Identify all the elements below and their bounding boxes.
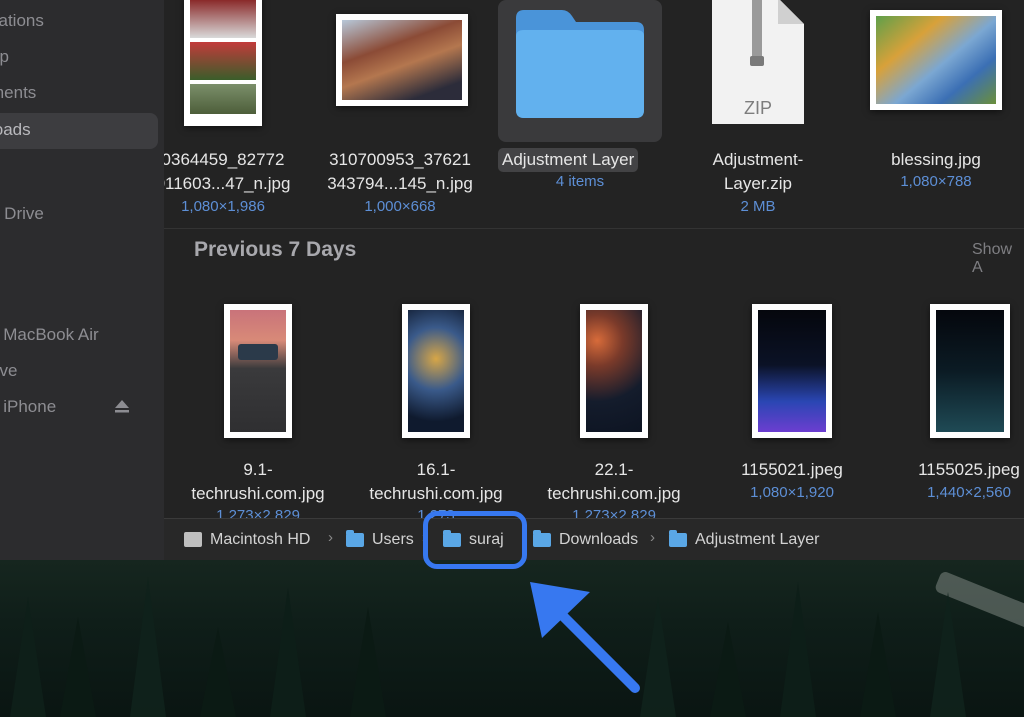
file-thumbnail[interactable]: [184, 0, 262, 126]
path-bar: Macintosh HD › Users › suraj Downloads ›…: [164, 518, 1024, 561]
sidebar-item-label: ments: [0, 83, 37, 102]
crumb-label: Macintosh HD: [210, 531, 311, 548]
file-name-line1[interactable]: 310700953_37621: [315, 148, 485, 172]
file-meta: 1,080×1,920: [750, 484, 834, 501]
sidebar-item-label: op: [0, 47, 9, 66]
tree-shape: [200, 627, 236, 717]
file-name-line1[interactable]: 1155021.jpeg: [707, 458, 877, 482]
tree-shape: [350, 607, 386, 717]
sidebar-section-locations: s: [0, 290, 148, 320]
file-name-line2[interactable]: 011603...47_n.jpg: [164, 172, 308, 196]
tree-shape: [780, 582, 816, 717]
file-meta: 2 MB: [740, 198, 776, 215]
crumb-label: Users: [372, 531, 414, 548]
sidebar-item-label: loads: [0, 120, 31, 139]
disk-icon: [184, 532, 202, 547]
sidebar-item-downloads[interactable]: loads: [0, 113, 158, 149]
file-thumbnail[interactable]: [870, 10, 1002, 110]
path-crumb-downloads[interactable]: Downloads: [533, 530, 638, 550]
sidebar-item-drive[interactable]: rive: [0, 356, 148, 386]
file-name-line1[interactable]: 0364459_82772: [164, 148, 308, 172]
file-name-line1[interactable]: blessing.jpg: [851, 148, 1021, 172]
file-thumbnail[interactable]: [752, 304, 832, 438]
sidebar-item-icloud-drive[interactable]: d Drive: [0, 199, 148, 229]
sidebar-item-macbook-air[interactable]: s MacBook Air: [0, 320, 148, 350]
tree-shape: [860, 612, 896, 717]
file-name-line1[interactable]: Adjustment-: [673, 148, 843, 172]
section-divider: [164, 228, 1024, 229]
section-title: Previous 7 Days: [194, 238, 357, 261]
tree-shape: [930, 592, 966, 717]
chevron-right-icon: ›: [650, 529, 655, 546]
sidebar-item-label: cations: [0, 11, 44, 30]
zip-label: ZIP: [743, 98, 772, 118]
sidebar-item-desktop[interactable]: op: [0, 42, 148, 72]
file-name-line2[interactable]: Layer.zip: [673, 172, 843, 196]
file-name-line2[interactable]: 343794...145_n.jpg: [315, 172, 485, 196]
folder-item-count: 4 items: [555, 173, 605, 190]
folder-icon[interactable]: [510, 6, 650, 122]
file-meta: 1,273×2,829: [216, 507, 300, 518]
sidebar-item-label: rive: [0, 361, 18, 380]
path-crumb-adjustment-layer[interactable]: Adjustment Layer: [669, 530, 820, 550]
folder-icon: [669, 530, 687, 547]
tree-shape: [710, 622, 746, 717]
file-thumbnail[interactable]: [224, 304, 292, 438]
eject-icon[interactable]: [114, 398, 130, 414]
chevron-right-icon: ›: [328, 529, 333, 546]
sidebar-item-label: d Drive: [0, 204, 44, 223]
path-crumb-users[interactable]: Users: [346, 530, 414, 550]
sidebar-item-label: s iPhone: [0, 397, 57, 416]
file-thumbnail[interactable]: [930, 304, 1010, 438]
folder-icon: [346, 530, 364, 547]
tree-shape: [270, 587, 306, 717]
file-meta: 1,273×2,829: [572, 507, 656, 518]
path-crumb-macintosh-hd[interactable]: Macintosh HD: [184, 530, 310, 550]
folder-icon: [533, 530, 551, 547]
file-meta: 1,080×788: [900, 173, 972, 190]
arrow-icon: [530, 582, 640, 693]
folder-name[interactable]: Adjustment Layer: [498, 148, 639, 172]
tree-shape: [10, 597, 46, 717]
file-name-line2[interactable]: techrushi.com.jpg: [173, 482, 343, 506]
sidebar-item-documents[interactable]: ments: [0, 78, 148, 108]
file-name-line1[interactable]: 9.1-: [173, 458, 343, 482]
tree-shape: [60, 617, 96, 717]
sidebar-item-label: s MacBook Air: [0, 325, 99, 344]
file-meta: 1,440×2,560: [927, 484, 1011, 501]
file-thumbnail[interactable]: [336, 14, 468, 106]
highlight-box: [423, 511, 527, 569]
sidebar-item-shared[interactable]: d: [0, 235, 148, 265]
tree-shape: [130, 577, 166, 717]
file-name-line1[interactable]: 16.1-: [351, 458, 521, 482]
file-meta: 1,080×1,986: [181, 198, 265, 215]
file-name-line1[interactable]: 1155025.jpeg: [884, 458, 1024, 482]
show-all-link[interactable]: Show A: [972, 241, 1024, 277]
sidebar-item-applications[interactable]: cations: [0, 6, 148, 36]
file-name-line1[interactable]: 22.1-: [529, 458, 699, 482]
finder-window: cations op ments loads d Drive d s s Mac…: [0, 0, 1024, 561]
file-thumbnail[interactable]: [402, 304, 470, 438]
file-grid: ZIP 0364459_82772 011603...47_n.jpg 1,08…: [164, 0, 1024, 518]
file-meta: 1,000×668: [364, 198, 436, 215]
sidebar: cations op ments loads d Drive d s s Mac…: [0, 0, 165, 560]
file-name-line2[interactable]: techrushi.com.jpg: [351, 482, 521, 506]
crumb-label: Adjustment Layer: [695, 531, 820, 548]
desktop-wallpaper: [0, 560, 1024, 717]
file-thumbnail[interactable]: [580, 304, 648, 438]
crumb-label: Downloads: [559, 531, 639, 548]
file-name-line2[interactable]: techrushi.com.jpg: [529, 482, 699, 506]
